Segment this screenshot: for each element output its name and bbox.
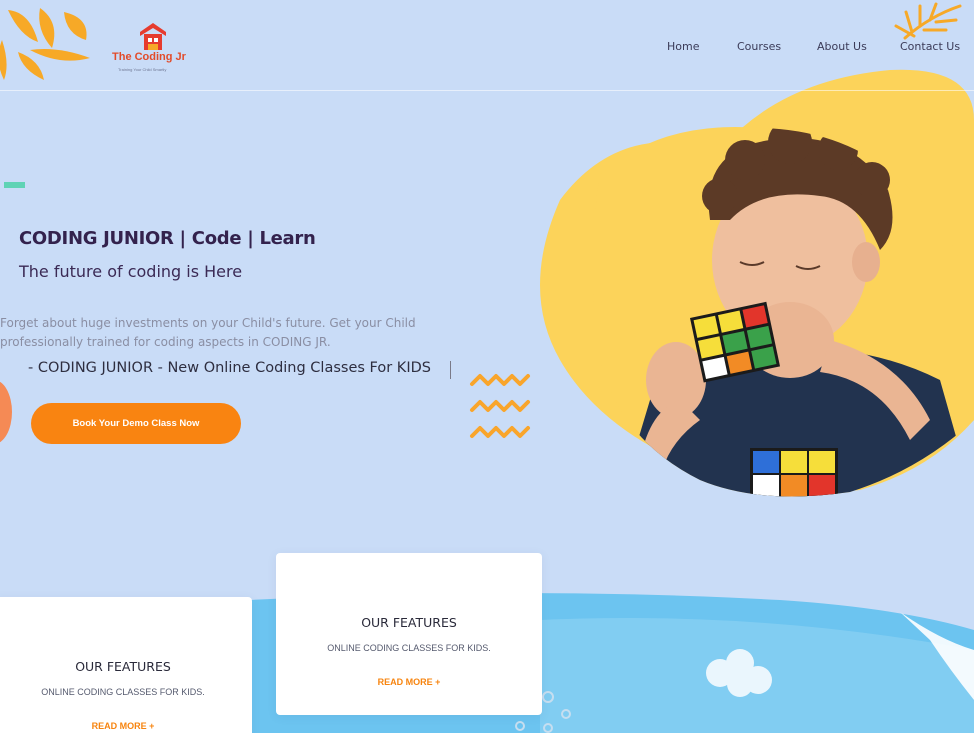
nav-about-us[interactable]: About Us (817, 40, 867, 53)
feature-card-title: OUR FEATURES (361, 615, 457, 630)
orange-blob-left (0, 381, 12, 443)
nav-courses[interactable]: Courses (737, 40, 781, 53)
nav-contact-us[interactable]: Contact Us (900, 40, 960, 53)
header-divider (0, 90, 974, 91)
teal-dash (4, 182, 25, 188)
nav-home[interactable]: Home (667, 40, 699, 53)
hero-subheading: The future of coding is Here (19, 262, 243, 281)
feature-card-text: ONLINE CODING CLASSES FOR KIDS. (41, 687, 205, 697)
feature-card-text: ONLINE CODING CLASSES FOR KIDS. (327, 643, 491, 653)
logo-icon[interactable] (136, 20, 170, 52)
zigzag-wave-icon (470, 374, 530, 438)
feature-card-1: OUR FEATURES ONLINE CODING CLASSES FOR K… (0, 597, 252, 733)
feature-card-title: OUR FEATURES (75, 659, 171, 674)
brand-tagline: Training Your Child Smartly (118, 67, 167, 72)
site-header: The Coding Jr Training Your Child Smartl… (0, 0, 974, 92)
feature-card-2: OUR FEATURES ONLINE CODING CLASSES FOR K… (276, 553, 542, 715)
read-more-link[interactable]: READ MORE + (276, 677, 542, 687)
book-demo-button[interactable]: Book Your Demo Class Now (31, 403, 241, 444)
brand-name[interactable]: The Coding Jr (112, 51, 186, 63)
hero-heading: CODING JUNIOR | Code | Learn (19, 228, 316, 249)
read-more-link[interactable]: READ MORE + (0, 721, 252, 731)
hero-typed-tagline: - CODING JUNIOR - New Online Coding Clas… (28, 360, 431, 376)
typing-cursor (450, 361, 451, 379)
hero-description: Forget about huge investments on your Ch… (0, 316, 416, 349)
